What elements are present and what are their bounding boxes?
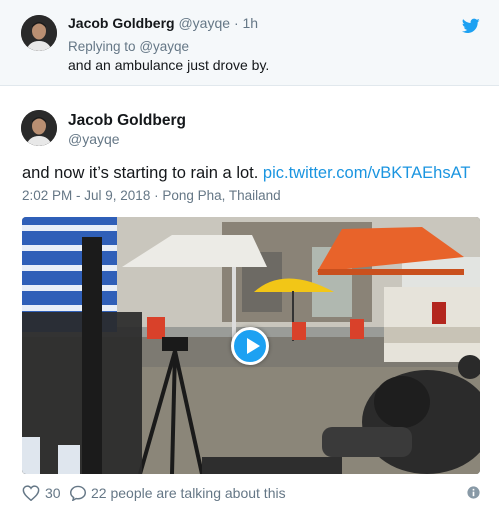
tweet-meta[interactable]: 2:02 PM - Jul 9, 2018 · Pong Pha, Thaila…	[22, 188, 281, 203]
main-handle[interactable]: @yayqe	[68, 131, 120, 147]
pic-link[interactable]: pic.twitter.com/vBKTAEhsAT	[263, 164, 471, 182]
tweet-body: and now it’s starting to rain a lot.	[22, 164, 259, 182]
parent-display-name[interactable]: Jacob Goldberg	[68, 15, 175, 31]
parent-timestamp[interactable]: 1h	[243, 15, 259, 31]
parent-tweet-text: and an ambulance just drove by.	[68, 57, 270, 73]
video-player[interactable]	[22, 217, 480, 474]
parent-avatar[interactable]	[21, 15, 57, 51]
like-count[interactable]: 30	[45, 485, 61, 501]
replying-handle[interactable]: @yayqe	[139, 39, 189, 54]
replying-prefix: Replying to	[68, 39, 136, 54]
parent-tweet[interactable]: Jacob Goldberg @yayqe · 1h Replying to @…	[0, 0, 499, 86]
parent-handle[interactable]: @yayqe	[178, 15, 230, 31]
main-avatar[interactable]	[21, 110, 57, 146]
heart-icon[interactable]	[22, 485, 40, 501]
parent-name-line: Jacob Goldberg @yayqe · 1h	[68, 15, 258, 31]
dot-separator: ·	[233, 15, 239, 31]
play-icon[interactable]	[231, 327, 269, 365]
talking-about-link[interactable]: 22 people are talking about this	[91, 485, 286, 501]
main-tweet-text: and now it’s starting to rain a lot. pic…	[22, 164, 470, 183]
info-icon[interactable]	[467, 486, 480, 499]
reply-icon[interactable]	[69, 485, 87, 501]
twitter-bird-icon[interactable]	[462, 18, 480, 34]
main-display-name[interactable]: Jacob Goldberg	[68, 112, 186, 130]
replying-to: Replying to @yayqe	[68, 39, 189, 54]
